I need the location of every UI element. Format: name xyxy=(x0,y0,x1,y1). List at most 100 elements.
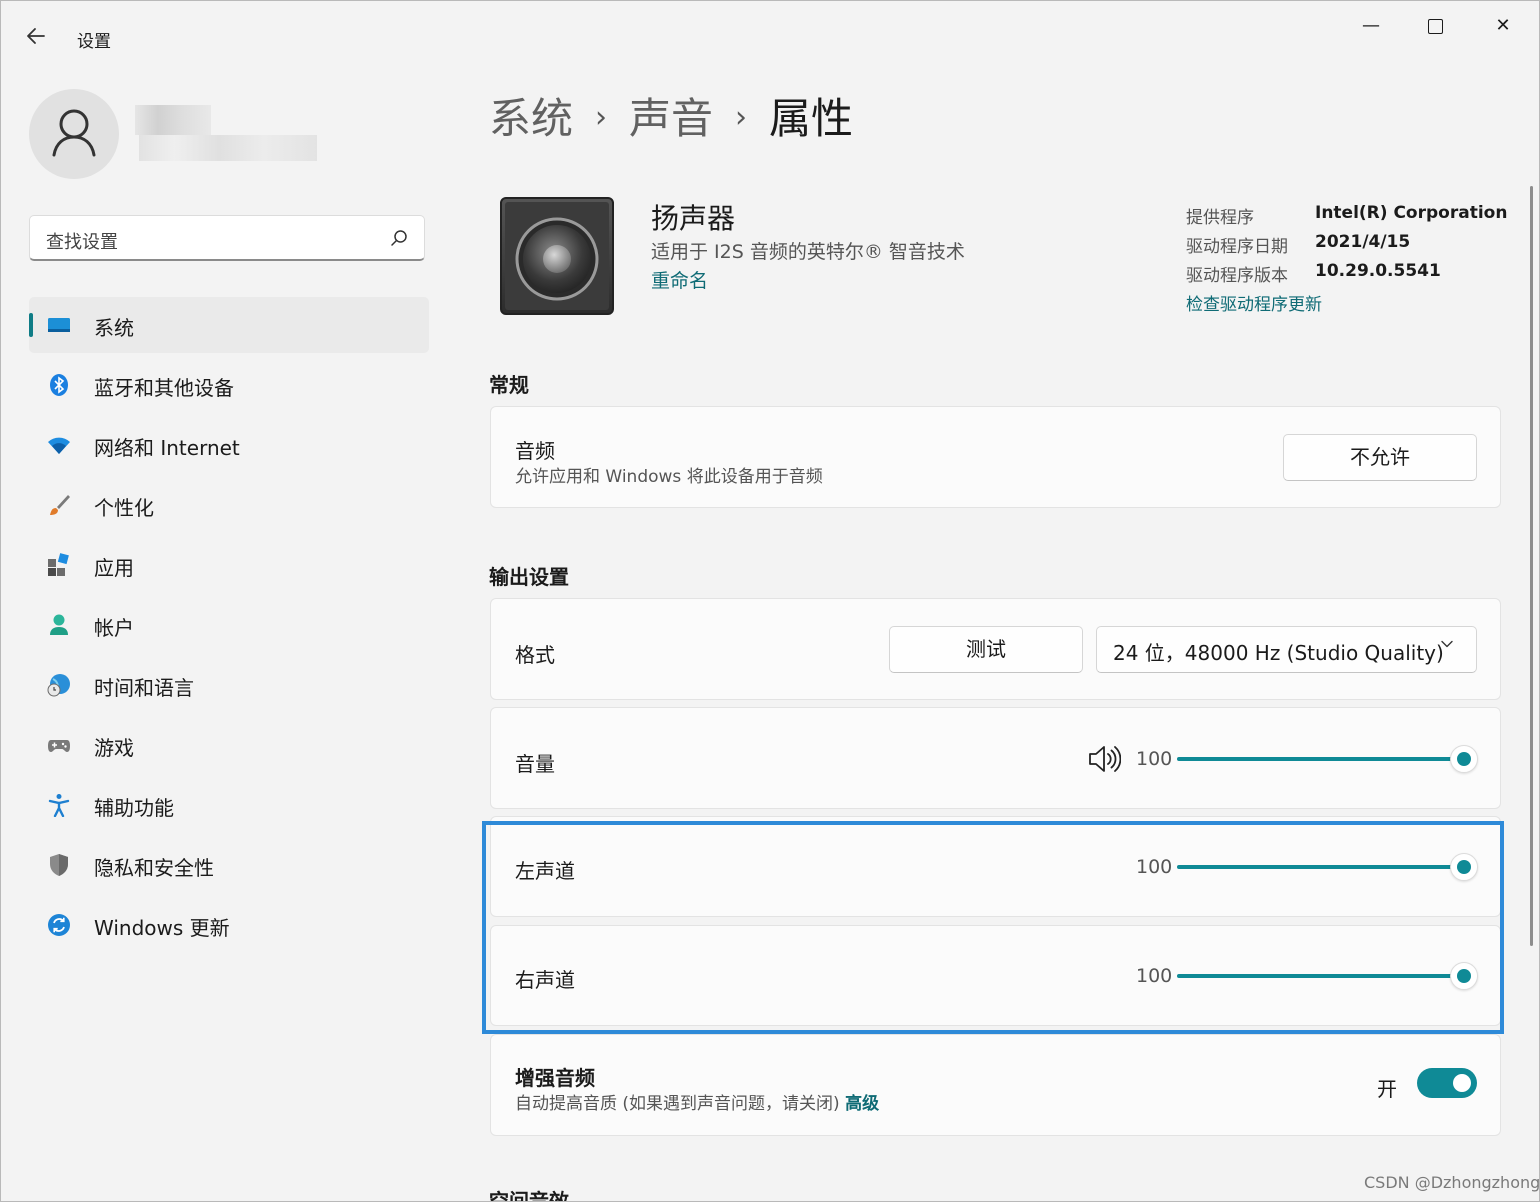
breadcrumb: 系统 › 声音 › 属性 xyxy=(489,85,853,146)
format-card: 格式 测试 24 位，48000 Hz (Studio Quality) xyxy=(490,598,1501,700)
sidebar-item-label: 个性化 xyxy=(94,496,154,520)
time-language-icon xyxy=(47,674,70,697)
breadcrumb-item-system[interactable]: 系统 xyxy=(489,94,573,143)
sidebar-item-accounts[interactable]: 帐户 xyxy=(29,597,429,653)
close-icon: ✕ xyxy=(1495,15,1511,36)
enhance-audio-card: 增强音频 自动提高音质 (如果遇到声音问题，请关闭) 高级 xyxy=(490,1034,1501,1136)
title-bar: 设置 — ✕ xyxy=(1,1,1539,75)
audio-subtitle: 允许应用和 Windows 将此设备用于音频 xyxy=(515,467,823,487)
sidebar-item-label: 帐户 xyxy=(94,616,134,640)
volume-card: 音量 100 xyxy=(490,707,1501,809)
slider-thumb-dot xyxy=(1457,752,1471,766)
watermark: CSDN @Dzhongzhong xyxy=(1364,1173,1540,1192)
toggle-knob xyxy=(1453,1074,1471,1092)
driver-date-value: 2021/4/15 xyxy=(1315,232,1411,252)
page-title: 属性 xyxy=(769,94,854,143)
volume-slider-track[interactable] xyxy=(1177,757,1455,761)
check-driver-update-link[interactable]: 检查驱动程序更新 xyxy=(1186,290,1322,315)
user-email-redacted xyxy=(139,135,317,161)
disallow-button[interactable]: 不允许 xyxy=(1283,434,1477,481)
volume-value: 100 xyxy=(1136,748,1173,770)
volume-title: 音量 xyxy=(515,752,555,776)
device-name: 扬声器 xyxy=(651,202,736,235)
account-icon xyxy=(50,614,68,635)
audio-title: 音频 xyxy=(515,439,555,463)
sidebar-item-label: Windows 更新 xyxy=(94,916,230,940)
sidebar-item-bluetooth[interactable]: 蓝牙和其他设备 xyxy=(29,357,429,413)
gamepad-icon xyxy=(48,740,70,752)
breadcrumb-separator: › xyxy=(735,100,748,135)
apps-icon xyxy=(48,553,69,576)
close-button[interactable]: ✕ xyxy=(1481,11,1525,41)
user-icon xyxy=(52,109,96,157)
sidebar-item-label: 网络和 Internet xyxy=(94,436,240,460)
volume-slider-thumb[interactable] xyxy=(1450,745,1478,773)
provider-value: Intel(R) Corporation xyxy=(1315,203,1508,223)
enhance-audio-subtitle: 自动提高音质 (如果遇到声音问题，请关闭) xyxy=(515,1094,840,1114)
wifi-icon xyxy=(48,437,70,454)
bluetooth-icon xyxy=(50,374,68,396)
section-heading-general: 常规 xyxy=(489,373,529,397)
device-description: 适用于 I2S 音频的英特尔® 智音技术 xyxy=(651,241,965,263)
enhance-audio-subtitle-row: 自动提高音质 (如果遇到声音问题，请关闭) 高级 xyxy=(515,1089,879,1114)
sidebar-item-windows-update[interactable]: Windows 更新 xyxy=(29,897,429,953)
sidebar-item-apps[interactable]: 应用 xyxy=(29,537,429,593)
driver-date-label: 驱动程序日期 xyxy=(1186,237,1288,257)
avatar[interactable] xyxy=(29,89,119,179)
format-selected-value: 24 位，48000 Hz (Studio Quality) xyxy=(1113,641,1444,665)
update-icon xyxy=(48,914,70,936)
sidebar-item-label: 游戏 xyxy=(94,736,134,760)
system-icon xyxy=(48,318,70,332)
scrollbar[interactable] xyxy=(1530,186,1533,946)
sidebar-item-label: 辅助功能 xyxy=(94,796,174,820)
sidebar-item-time-language[interactable]: 时间和语言 xyxy=(29,657,429,713)
back-button[interactable] xyxy=(25,25,53,53)
sidebar-item-gaming[interactable]: 游戏 xyxy=(29,717,429,773)
back-arrow-icon xyxy=(27,28,45,44)
accessibility-icon xyxy=(48,794,70,817)
sidebar-item-label: 系统 xyxy=(94,316,134,340)
sidebar-item-network[interactable]: 网络和 Internet xyxy=(29,417,429,473)
speaker-icon xyxy=(500,197,614,315)
search-icon[interactable] xyxy=(390,229,408,247)
user-name-redacted xyxy=(135,105,211,135)
sidebar-item-label: 隐私和安全性 xyxy=(94,856,214,880)
driver-version-value: 10.29.0.5541 xyxy=(1315,261,1441,281)
format-title: 格式 xyxy=(515,643,555,667)
breadcrumb-item-sound[interactable]: 声音 xyxy=(629,94,713,143)
maximize-icon xyxy=(1427,18,1443,34)
provider-label: 提供程序 xyxy=(1186,208,1254,228)
enhance-toggle-state: 开 xyxy=(1377,1077,1397,1101)
maximize-button[interactable] xyxy=(1413,11,1457,41)
driver-version-label: 驱动程序版本 xyxy=(1186,266,1288,286)
sidebar-item-personalization[interactable]: 个性化 xyxy=(29,477,429,533)
sidebar-item-label: 蓝牙和其他设备 xyxy=(94,376,234,400)
minimize-icon: — xyxy=(1362,15,1380,36)
test-button[interactable]: 测试 xyxy=(889,626,1083,673)
volume-icon[interactable] xyxy=(1087,744,1121,774)
chevron-down-icon xyxy=(1441,640,1453,648)
sidebar-item-system[interactable]: 系统 xyxy=(29,297,429,353)
sidebar-nav: 系统 蓝牙和其他设备 网络和 Internet 个性化 应用 帐户 时间和语言 xyxy=(29,297,429,957)
section-heading-output: 输出设置 xyxy=(489,565,569,589)
sidebar-item-privacy[interactable]: 隐私和安全性 xyxy=(29,837,429,893)
sidebar-item-accessibility[interactable]: 辅助功能 xyxy=(29,777,429,833)
enhance-audio-title: 增强音频 xyxy=(515,1066,595,1090)
search-input[interactable]: 查找设置 xyxy=(46,228,118,254)
breadcrumb-separator: › xyxy=(595,100,608,135)
active-indicator xyxy=(29,313,33,337)
minimize-button[interactable]: — xyxy=(1349,11,1393,41)
shield-icon xyxy=(50,854,68,876)
audio-permission-card: 音频 允许应用和 Windows 将此设备用于音频 不允许 xyxy=(490,406,1501,508)
rename-link[interactable]: 重命名 xyxy=(651,266,708,293)
channel-highlight-box xyxy=(482,821,1504,1034)
app-title: 设置 xyxy=(77,32,111,52)
sidebar-item-label: 应用 xyxy=(94,556,134,580)
search-box[interactable]: 查找设置 xyxy=(29,215,425,261)
format-dropdown[interactable]: 24 位，48000 Hz (Studio Quality) xyxy=(1096,626,1477,673)
settings-window: 设置 — ✕ 查找设置 系统 蓝牙和其他设备 网络和 Internet 个性化 xyxy=(0,0,1540,1202)
enhance-audio-toggle[interactable] xyxy=(1417,1068,1477,1098)
section-heading-spatial: 空间音效 xyxy=(489,1189,569,1202)
sidebar-item-label: 时间和语言 xyxy=(94,676,194,700)
advanced-link[interactable]: 高级 xyxy=(845,1094,879,1114)
